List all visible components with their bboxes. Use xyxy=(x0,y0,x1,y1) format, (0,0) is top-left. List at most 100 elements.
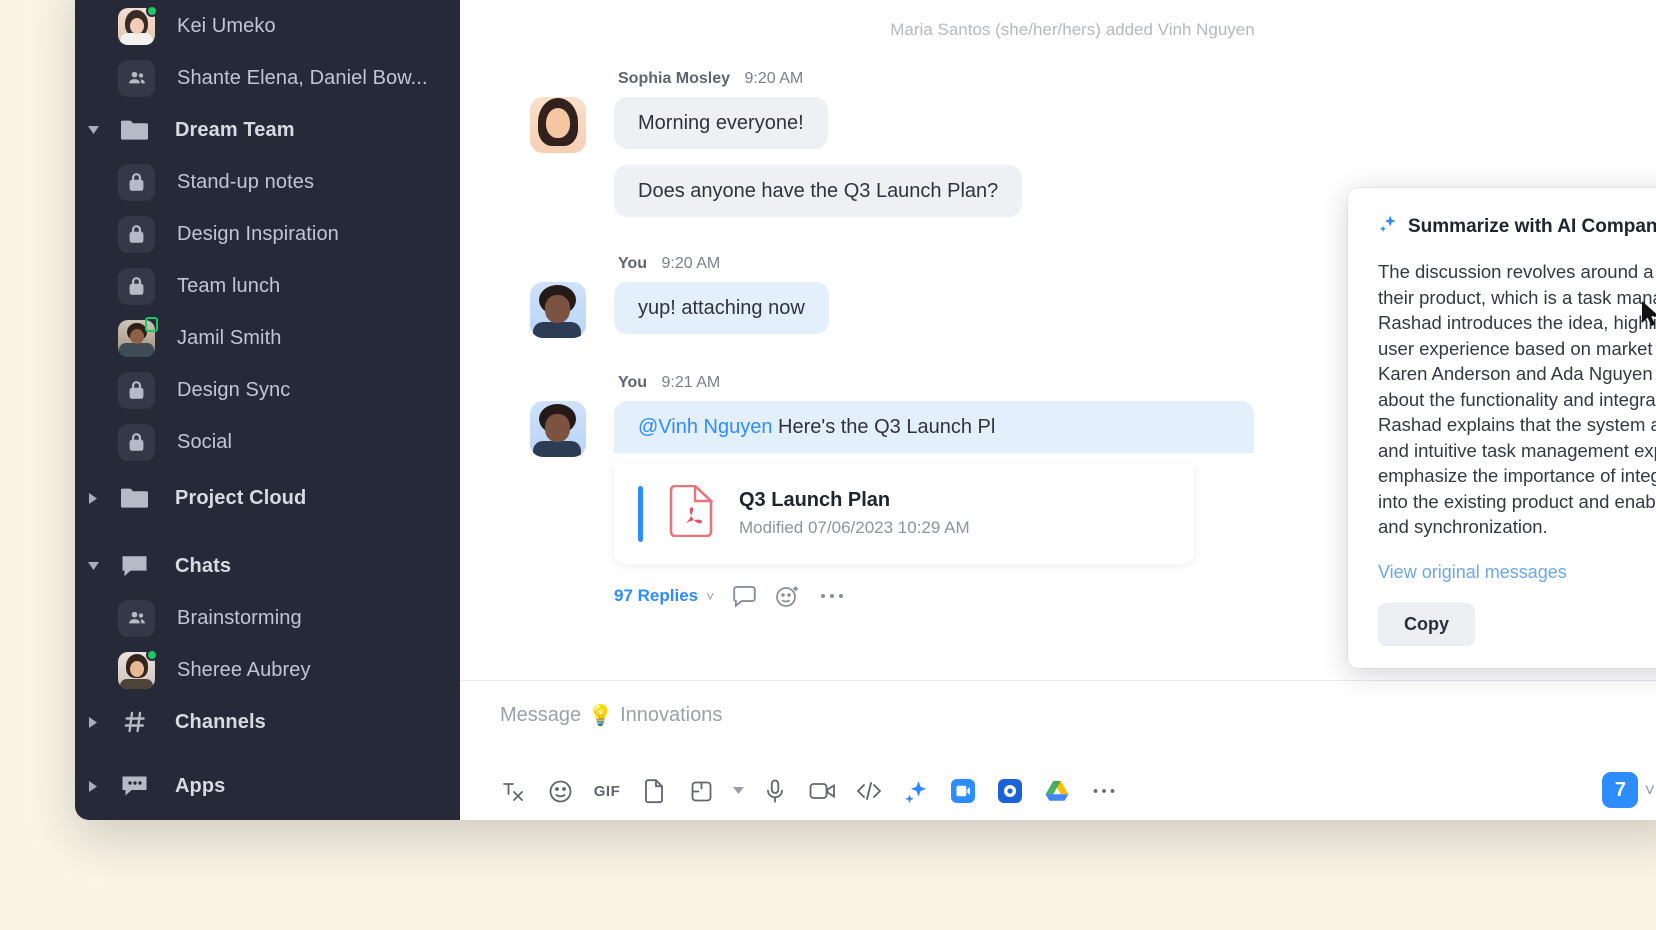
composer-placeholder-prefix: Message xyxy=(500,704,582,726)
sidebar-item-label: Jamil Smith xyxy=(177,326,282,349)
emoji-icon[interactable] xyxy=(543,774,577,808)
chat-icon xyxy=(116,548,153,585)
code-snippet-icon[interactable] xyxy=(852,774,886,808)
sidebar-item-label: Stand-up notes xyxy=(177,170,315,193)
avatar-you xyxy=(530,282,586,338)
chevron-down-icon[interactable]: ˅ xyxy=(706,588,714,604)
file-icon[interactable] xyxy=(637,774,671,808)
folder-icon xyxy=(116,480,153,517)
composer-placeholder: Message 💡 Innovations xyxy=(500,703,1645,728)
chevron-down-icon[interactable] xyxy=(731,774,745,808)
sidebar-section-chats[interactable]: Chats xyxy=(75,540,460,592)
composer-right-tools: 7 ˅ xyxy=(1602,772,1655,808)
app-root: Kei Umeko Shante Elena, Daniel Bow... Dr… xyxy=(0,0,1656,930)
message-composer[interactable]: Message 💡 Innovations GIF 7 ˅ xyxy=(460,680,1656,820)
sidebar-item-team-lunch[interactable]: Team lunch xyxy=(75,260,460,312)
format-text-icon[interactable] xyxy=(496,774,530,808)
gif-icon[interactable]: GIF xyxy=(590,774,624,808)
ai-sparkle-icon[interactable] xyxy=(899,774,933,808)
sidebar-item-kei-umeko[interactable]: Kei Umeko xyxy=(75,0,460,52)
chat-window: Kei Umeko Shante Elena, Daniel Bow... Dr… xyxy=(75,0,1656,820)
folder-icon xyxy=(116,112,153,149)
message-bubble-second: Does anyone have the Q3 Launch Plan? xyxy=(614,165,1023,217)
sidebar-item-label: Shante Elena, Daniel Bow... xyxy=(177,66,428,89)
message-header: Sophia Mosley 9:20 AM xyxy=(618,70,1645,88)
sidebar-section-channels[interactable]: Channels xyxy=(75,696,460,748)
system-message: Maria Santos (she/her/hers) added Vinh N… xyxy=(890,20,1255,39)
presence-available-icon xyxy=(146,4,158,17)
view-original-messages-link[interactable]: View original messages xyxy=(1378,562,1656,583)
sidebar-item-label: Social xyxy=(177,430,233,453)
zoom-meeting-icon[interactable] xyxy=(946,774,980,808)
message-time: 9:21 AM xyxy=(661,374,721,391)
mouse-cursor-icon xyxy=(1641,300,1656,333)
copy-button[interactable]: Copy xyxy=(1378,602,1475,646)
sidebar-item-sheree-aubrey[interactable]: Sheree Aubrey xyxy=(75,644,460,696)
reply-bubble-icon[interactable] xyxy=(732,585,757,608)
hash-icon xyxy=(116,704,153,741)
ai-sparkle-icon xyxy=(1378,214,1398,239)
message-author: You xyxy=(618,374,648,391)
attachment-subtitle: Modified 07/06/2023 10:29 AM xyxy=(739,518,970,537)
sidebar-item-label: Design Sync xyxy=(177,378,291,401)
audio-message-icon[interactable] xyxy=(758,774,792,808)
attachment-card[interactable]: Q3 Launch Plan Modified 07/06/2023 10:29… xyxy=(614,463,1194,564)
message-time: 9:20 AM xyxy=(661,255,721,272)
message-text: Here's the Q3 Launch Pl xyxy=(772,416,996,438)
sidebar-section-label: Apps xyxy=(175,774,226,797)
ai-summary-text: The discussion revolves around a propose… xyxy=(1378,261,1656,538)
chevron-right-icon[interactable] xyxy=(83,492,103,504)
sidebar-item-label: Design Inspiration xyxy=(177,222,339,245)
drive-icon[interactable] xyxy=(1040,774,1074,808)
chevron-down-icon[interactable] xyxy=(83,125,103,136)
presence-available-icon xyxy=(146,648,158,661)
pdf-file-icon xyxy=(669,483,717,542)
chevron-right-icon[interactable] xyxy=(83,780,103,792)
ai-companion-panel: Summarize with AI Companion × The discus… xyxy=(1348,188,1656,668)
avatar-sheree-aubrey xyxy=(118,648,158,689)
ai-panel-header: Summarize with AI Companion xyxy=(1378,214,1656,239)
lock-icon xyxy=(118,371,155,409)
message-bubble: Morning everyone! xyxy=(614,97,828,149)
sidebar-item-jamil-smith[interactable]: Jamil Smith xyxy=(75,312,460,364)
sidebar-item-design-sync[interactable]: Design Sync xyxy=(75,364,460,416)
send-badge[interactable]: 7 xyxy=(1602,772,1639,808)
ai-panel-footer: Copy xyxy=(1378,602,1656,646)
sidebar-section-label: Channels xyxy=(175,710,266,733)
sidebar-item-design-inspiration[interactable]: Design Inspiration xyxy=(75,208,460,260)
avatar-jamil-smith xyxy=(118,316,158,357)
video-message-icon[interactable] xyxy=(805,774,839,808)
sidebar-group-label: Project Cloud xyxy=(175,486,307,509)
send-chevron-icon[interactable]: ˅ xyxy=(1644,780,1655,801)
message-author: You xyxy=(618,255,648,272)
sidebar-section-apps[interactable]: Apps xyxy=(75,760,460,812)
avatar-kei-umeko xyxy=(118,4,158,45)
message-bubble: yup! attaching now xyxy=(614,282,829,334)
channel-emoji-icon: 💡 xyxy=(588,705,614,727)
sidebar-group-project-cloud[interactable]: Project Cloud xyxy=(75,472,460,524)
screenshot-icon[interactable] xyxy=(684,774,718,808)
sidebar-item-stand-up-notes[interactable]: Stand-up notes xyxy=(75,156,460,208)
mention-link[interactable]: @Vinh Nguyen xyxy=(638,416,772,438)
more-options-icon[interactable] xyxy=(819,592,845,600)
sidebar-item-brainstorming[interactable]: Brainstorming xyxy=(75,592,460,644)
lock-icon xyxy=(118,215,155,253)
sidebar-item-social[interactable]: Social xyxy=(75,416,460,468)
add-reaction-icon[interactable] xyxy=(775,584,801,608)
attachment-accent-bar xyxy=(638,485,643,542)
sidebar-item-label: Kei Umeko xyxy=(177,14,276,37)
zoom-whiteboard-icon[interactable] xyxy=(993,774,1027,808)
chevron-right-icon[interactable] xyxy=(83,716,103,728)
sidebar-item-label: Sheree Aubrey xyxy=(177,658,311,681)
sidebar-item-shante-group[interactable]: Shante Elena, Daniel Bow... xyxy=(75,52,460,104)
replies-link[interactable]: 97 Replies xyxy=(614,586,698,606)
chevron-down-icon[interactable] xyxy=(83,561,103,572)
apps-icon xyxy=(116,768,153,805)
ai-panel-title: Summarize with AI Companion xyxy=(1408,215,1656,237)
sidebar-group-dream-team[interactable]: Dream Team xyxy=(75,104,460,156)
more-options-icon[interactable] xyxy=(1087,774,1121,808)
composer-toolbar: GIF xyxy=(496,774,1121,808)
composer-placeholder-channel: Innovations xyxy=(620,704,723,726)
lock-icon xyxy=(118,267,155,305)
message-bubble: @Vinh Nguyen Here's the Q3 Launch Pl xyxy=(614,401,1254,453)
